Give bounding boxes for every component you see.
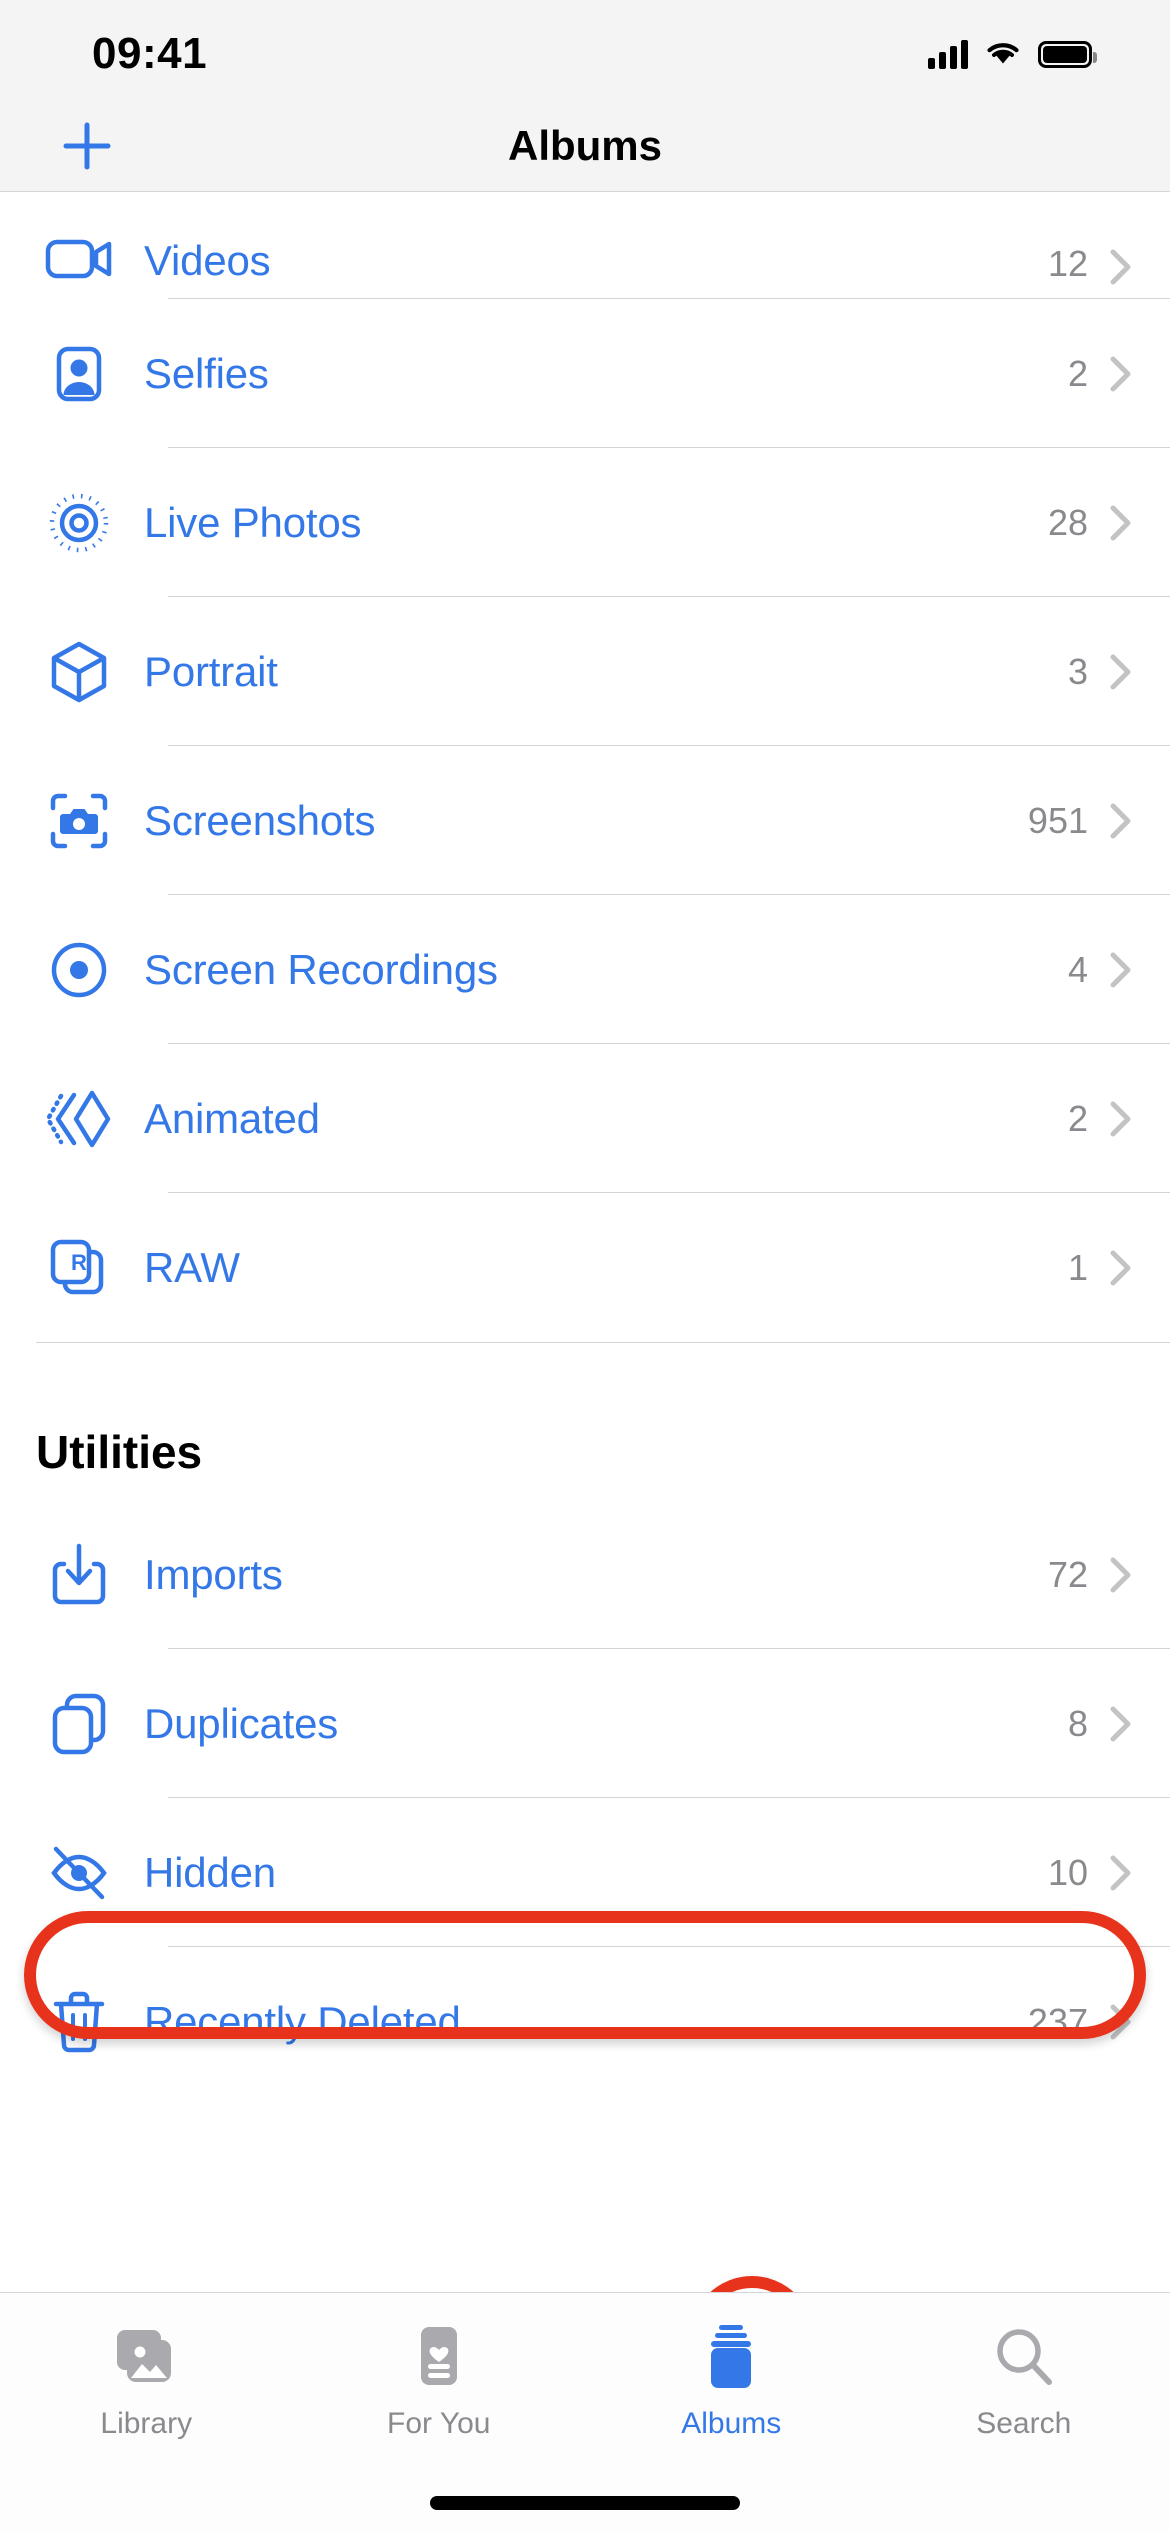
list-item-portrait[interactable]: Portrait 3 bbox=[0, 597, 1170, 746]
tab-label: Search bbox=[976, 2407, 1072, 2440]
wifi-icon bbox=[987, 43, 1019, 64]
plus-icon bbox=[63, 122, 111, 169]
list-item-label: Imports bbox=[144, 1550, 283, 1598]
list-item-count: 10 bbox=[1047, 1851, 1088, 1893]
tab-label: Albums bbox=[681, 2407, 782, 2440]
chevron-right-icon bbox=[1110, 1101, 1132, 1137]
list-item-label: Selfies bbox=[144, 349, 269, 397]
status-indicators bbox=[928, 39, 1097, 69]
for-you-card-icon bbox=[411, 2321, 467, 2393]
cellular-signal-icon bbox=[928, 39, 968, 69]
chevron-right-icon bbox=[1110, 2004, 1132, 2040]
tab-albums[interactable]: Albums bbox=[585, 2321, 878, 2441]
albums-stack-icon bbox=[700, 2321, 762, 2393]
list-item-duplicates[interactable]: Duplicates 8 bbox=[0, 1649, 1170, 1798]
list-item-count: 237 bbox=[1027, 2000, 1088, 2042]
camera-viewfinder-icon bbox=[36, 790, 122, 852]
raw-badge-icon: R bbox=[36, 1236, 122, 1300]
status-time: 09:41 bbox=[92, 29, 208, 78]
video-camera-icon bbox=[36, 233, 122, 285]
chevron-right-icon bbox=[1110, 1250, 1132, 1286]
list-item-label: Live Photos bbox=[144, 498, 362, 546]
chevron-right-icon bbox=[1110, 1855, 1132, 1891]
list-item-count: 3 bbox=[1067, 650, 1088, 692]
list-item-count: 8 bbox=[1067, 1702, 1088, 1744]
magnifier-icon bbox=[991, 2321, 1057, 2393]
list-item-imports[interactable]: Imports 72 bbox=[0, 1500, 1170, 1649]
cube-icon bbox=[36, 639, 122, 705]
list-item-screen-recordings[interactable]: Screen Recordings 4 bbox=[0, 895, 1170, 1044]
section-header-utilities: Utilities bbox=[0, 1404, 1170, 1500]
list-item-animated[interactable]: Animated 2 bbox=[0, 1044, 1170, 1193]
list-item-count: 72 bbox=[1047, 1553, 1088, 1595]
list-item-label: Duplicates bbox=[144, 1699, 339, 1747]
chevron-right-icon bbox=[1110, 1706, 1132, 1742]
photos-app-screen: 09:41 Albums Videos 12 Selfies 2 Live Ph… bbox=[0, 0, 1170, 2532]
list-item-screenshots[interactable]: Screenshots 951 bbox=[0, 746, 1170, 895]
eye-slash-icon bbox=[36, 1843, 122, 1903]
page-title: Albums bbox=[507, 121, 662, 169]
add-album-button[interactable] bbox=[52, 111, 122, 181]
tab-label: Library bbox=[100, 2407, 193, 2440]
chevron-right-icon bbox=[1110, 803, 1132, 839]
list-item-count: 2 bbox=[1067, 1097, 1088, 1139]
chevron-right-icon bbox=[1110, 952, 1132, 988]
list-item-count: 2 bbox=[1067, 352, 1088, 394]
tab-library[interactable]: Library bbox=[0, 2321, 293, 2441]
navigation-bar: Albums bbox=[0, 100, 1170, 192]
battery-icon bbox=[1038, 40, 1097, 68]
list-item-label: Recently Deleted bbox=[144, 1997, 461, 2045]
list-item-live-photos[interactable]: Live Photos 28 bbox=[0, 448, 1170, 597]
duplicate-squares-icon bbox=[36, 1691, 122, 1757]
chevron-right-icon bbox=[1110, 1557, 1132, 1593]
section-divider bbox=[0, 1342, 1170, 1404]
list-item-label: Screen Recordings bbox=[144, 945, 498, 993]
list-item-count: 4 bbox=[1067, 948, 1088, 990]
photo-stack-icon bbox=[111, 2321, 181, 2393]
tab-bar: Library For You Albums Search bbox=[0, 2292, 1170, 2532]
list-item-count: 12 bbox=[1047, 243, 1088, 284]
chevron-right-icon bbox=[1110, 356, 1132, 392]
list-item-videos[interactable]: Videos 12 bbox=[0, 193, 1170, 299]
record-circle-icon bbox=[36, 939, 122, 1001]
albums-list: Videos 12 Selfies 2 Live Photos 28 Portr… bbox=[0, 193, 1170, 2096]
svg-text:R: R bbox=[71, 1250, 87, 1275]
animated-chevrons-icon bbox=[36, 1087, 122, 1151]
livephoto-icon bbox=[36, 491, 122, 555]
list-item-label: RAW bbox=[144, 1243, 240, 1291]
list-item-selfies[interactable]: Selfies 2 bbox=[0, 299, 1170, 448]
list-item-count: 1 bbox=[1067, 1246, 1088, 1288]
person-crop-square-icon bbox=[36, 343, 122, 405]
tab-label: For You bbox=[387, 2407, 491, 2440]
trash-icon bbox=[36, 1989, 122, 2055]
list-item-count: 28 bbox=[1047, 501, 1088, 543]
chevron-right-icon bbox=[1110, 249, 1132, 285]
tab-for-you[interactable]: For You bbox=[293, 2321, 586, 2441]
list-item-label: Animated bbox=[144, 1094, 320, 1142]
import-arrow-down-icon bbox=[36, 1542, 122, 1608]
list-item-count: 951 bbox=[1027, 799, 1088, 841]
list-item-raw[interactable]: R RAW 1 bbox=[0, 1193, 1170, 1342]
chevron-right-icon bbox=[1110, 654, 1132, 690]
home-indicator bbox=[430, 2496, 740, 2510]
tab-search[interactable]: Search bbox=[878, 2321, 1170, 2441]
status-bar: 09:41 bbox=[0, 0, 1170, 100]
list-item-label: Portrait bbox=[144, 647, 278, 695]
chevron-right-icon bbox=[1110, 505, 1132, 541]
list-item-recently-deleted[interactable]: Recently Deleted 237 bbox=[0, 1947, 1170, 2096]
list-item-label: Hidden bbox=[144, 1848, 276, 1896]
list-item-label: Screenshots bbox=[144, 796, 376, 844]
list-item-hidden[interactable]: Hidden 10 bbox=[0, 1798, 1170, 1947]
list-item-label: Videos bbox=[144, 237, 271, 284]
